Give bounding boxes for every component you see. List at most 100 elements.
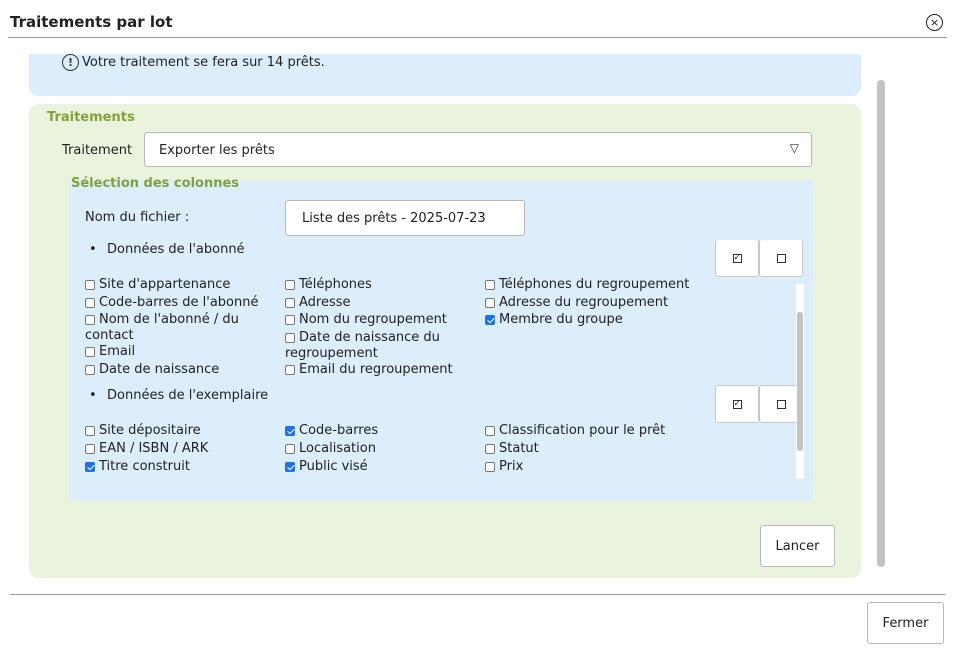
launch-button[interactable]: Lancer bbox=[760, 525, 835, 567]
checkbox-label: Site d'appartenance bbox=[99, 277, 231, 292]
columns-panel: Sélection des colonnes Nom du fichier : … bbox=[69, 176, 813, 501]
checkbox-label: Code-barres de l'abonné bbox=[99, 295, 259, 310]
checkbox-empty-icon bbox=[776, 253, 786, 263]
checkbox-item[interactable]: Email bbox=[85, 344, 280, 360]
checkbox-label: EAN / ISBN / ARK bbox=[99, 441, 209, 456]
treatments-title: Traitements bbox=[47, 110, 135, 125]
subscriber-select-none-button[interactable] bbox=[759, 240, 803, 277]
subscriber-heading: • Données de l'abonné bbox=[89, 242, 245, 257]
columns-scrollbar-thumb[interactable] bbox=[797, 312, 803, 451]
checkbox-item[interactable]: Membre du groupe bbox=[485, 312, 680, 328]
checkbox[interactable] bbox=[485, 298, 495, 308]
columns-scroll-area: • Données de l'abonné ✓ Site d'appartena… bbox=[69, 240, 805, 479]
title-divider bbox=[8, 37, 947, 38]
copy-heading: • Données de l'exemplaire bbox=[89, 388, 269, 403]
checkbox[interactable] bbox=[285, 426, 295, 436]
checkbox-label: Localisation bbox=[299, 441, 376, 456]
checkbox[interactable] bbox=[285, 280, 295, 290]
checkbox[interactable] bbox=[85, 462, 95, 472]
checkbox-item[interactable]: Adresse bbox=[285, 295, 480, 311]
checkbox[interactable] bbox=[485, 462, 495, 472]
checkbox[interactable] bbox=[285, 462, 295, 472]
chevron-down-icon: ▽ bbox=[789, 141, 799, 155]
checkbox-item[interactable]: Code-barres de l'abonné bbox=[85, 295, 280, 311]
copy-heading-label: Données de l'exemplaire bbox=[107, 388, 269, 403]
checkbox[interactable] bbox=[85, 365, 95, 375]
checkbox-item[interactable]: Nom du regroupement bbox=[285, 312, 480, 328]
bullet: • bbox=[89, 242, 97, 257]
copy-select-all-button[interactable]: ✓ bbox=[715, 385, 759, 423]
checkbox[interactable] bbox=[485, 426, 495, 436]
treatments-panel: Traitements Traitement Exporter les prêt… bbox=[29, 104, 861, 578]
checkbox-item[interactable]: Nom de l'abonné / du contact bbox=[85, 312, 265, 344]
checkbox-item[interactable]: Prix bbox=[485, 459, 680, 475]
info-box: ! Votre traitement se fera sur 14 prêts. bbox=[29, 54, 861, 96]
treatment-label: Traitement bbox=[62, 143, 133, 158]
checkbox-item[interactable]: Site d'appartenance bbox=[85, 277, 280, 293]
subscriber-heading-label: Données de l'abonné bbox=[107, 242, 245, 257]
file-name-label: Nom du fichier : bbox=[85, 210, 190, 225]
checkbox[interactable] bbox=[85, 298, 95, 308]
checkbox-label: Nom du regroupement bbox=[299, 312, 447, 327]
checkbox-label: Prix bbox=[499, 459, 524, 474]
checkbox[interactable] bbox=[85, 444, 95, 454]
close-icon[interactable]: × bbox=[926, 14, 943, 31]
treatment-select-value: Exporter les prêts bbox=[159, 143, 275, 158]
treatment-select[interactable]: Exporter les prêts ▽ bbox=[144, 132, 812, 167]
checkbox[interactable] bbox=[85, 280, 95, 290]
outer-scrollbar[interactable] bbox=[877, 80, 885, 567]
file-name-input[interactable] bbox=[285, 200, 525, 236]
checkbox-item[interactable]: Téléphones bbox=[285, 277, 480, 293]
checkbox[interactable] bbox=[285, 333, 295, 343]
close-button[interactable]: Fermer bbox=[867, 602, 944, 644]
checkbox-label: Statut bbox=[499, 441, 539, 456]
checkbox[interactable] bbox=[85, 347, 95, 357]
checkbox-item[interactable]: Public visé bbox=[285, 459, 480, 475]
checkbox-checked-icon: ✓ bbox=[732, 398, 742, 409]
checkbox[interactable] bbox=[285, 298, 295, 308]
checkbox[interactable] bbox=[85, 315, 95, 325]
checkbox-item[interactable]: Téléphones du regroupement bbox=[485, 277, 715, 293]
checkbox-label: Adresse bbox=[299, 295, 351, 310]
checkbox-item[interactable]: Classification pour le prêt bbox=[485, 423, 715, 439]
checkbox-label: Téléphones bbox=[299, 277, 372, 292]
checkbox-item[interactable]: Site dépositaire bbox=[85, 423, 280, 439]
info-text: Votre traitement se fera sur 14 prêts. bbox=[82, 55, 325, 70]
checkbox[interactable] bbox=[485, 315, 495, 325]
checkbox-item[interactable]: EAN / ISBN / ARK bbox=[85, 441, 280, 457]
checkbox-label: Email bbox=[99, 344, 136, 359]
subscriber-select-all-button[interactable]: ✓ bbox=[715, 240, 759, 277]
checkbox-item[interactable]: Adresse du regroupement bbox=[485, 295, 715, 311]
checkbox-item[interactable]: Localisation bbox=[285, 441, 480, 457]
checkbox[interactable] bbox=[285, 365, 295, 375]
checkbox-label: Téléphones du regroupement bbox=[499, 277, 690, 292]
checkbox[interactable] bbox=[285, 315, 295, 325]
checkbox-label: Site dépositaire bbox=[99, 423, 201, 438]
info-icon: ! bbox=[62, 54, 79, 71]
checkbox-item[interactable]: Code-barres bbox=[285, 423, 480, 439]
bullet: • bbox=[89, 388, 97, 403]
checkbox-label: Email du regroupement bbox=[299, 362, 453, 377]
checkbox-label: Adresse du regroupement bbox=[499, 295, 669, 310]
checkbox-item[interactable]: Statut bbox=[485, 441, 680, 457]
checkbox-empty-icon bbox=[776, 399, 786, 409]
dialog-title: Traitements par lot bbox=[10, 13, 173, 31]
checkbox[interactable] bbox=[85, 426, 95, 436]
checkbox-item[interactable]: Date de naissance du regroupement bbox=[285, 330, 465, 362]
checkbox-label: Public visé bbox=[299, 459, 368, 474]
checkbox-item[interactable]: Titre construit bbox=[85, 459, 280, 475]
checkbox-label: Titre construit bbox=[99, 459, 190, 474]
checkbox-label: Date de naissance du regroupement bbox=[285, 330, 440, 361]
checkbox-item[interactable]: Date de naissance bbox=[85, 362, 280, 378]
checkbox-label: Classification pour le prêt bbox=[499, 423, 666, 438]
checkbox-label: Date de naissance bbox=[99, 362, 220, 377]
checkbox[interactable] bbox=[285, 444, 295, 454]
checkbox-label: Code-barres bbox=[299, 423, 379, 438]
checkbox[interactable] bbox=[485, 280, 495, 290]
footer-divider bbox=[10, 594, 945, 595]
checkbox-item[interactable]: Email du regroupement bbox=[285, 362, 480, 378]
checkbox-label: Membre du groupe bbox=[499, 312, 623, 327]
checkbox-label: Nom de l'abonné / du contact bbox=[85, 312, 239, 343]
columns-title: Sélection des colonnes bbox=[71, 176, 240, 191]
checkbox[interactable] bbox=[485, 444, 495, 454]
